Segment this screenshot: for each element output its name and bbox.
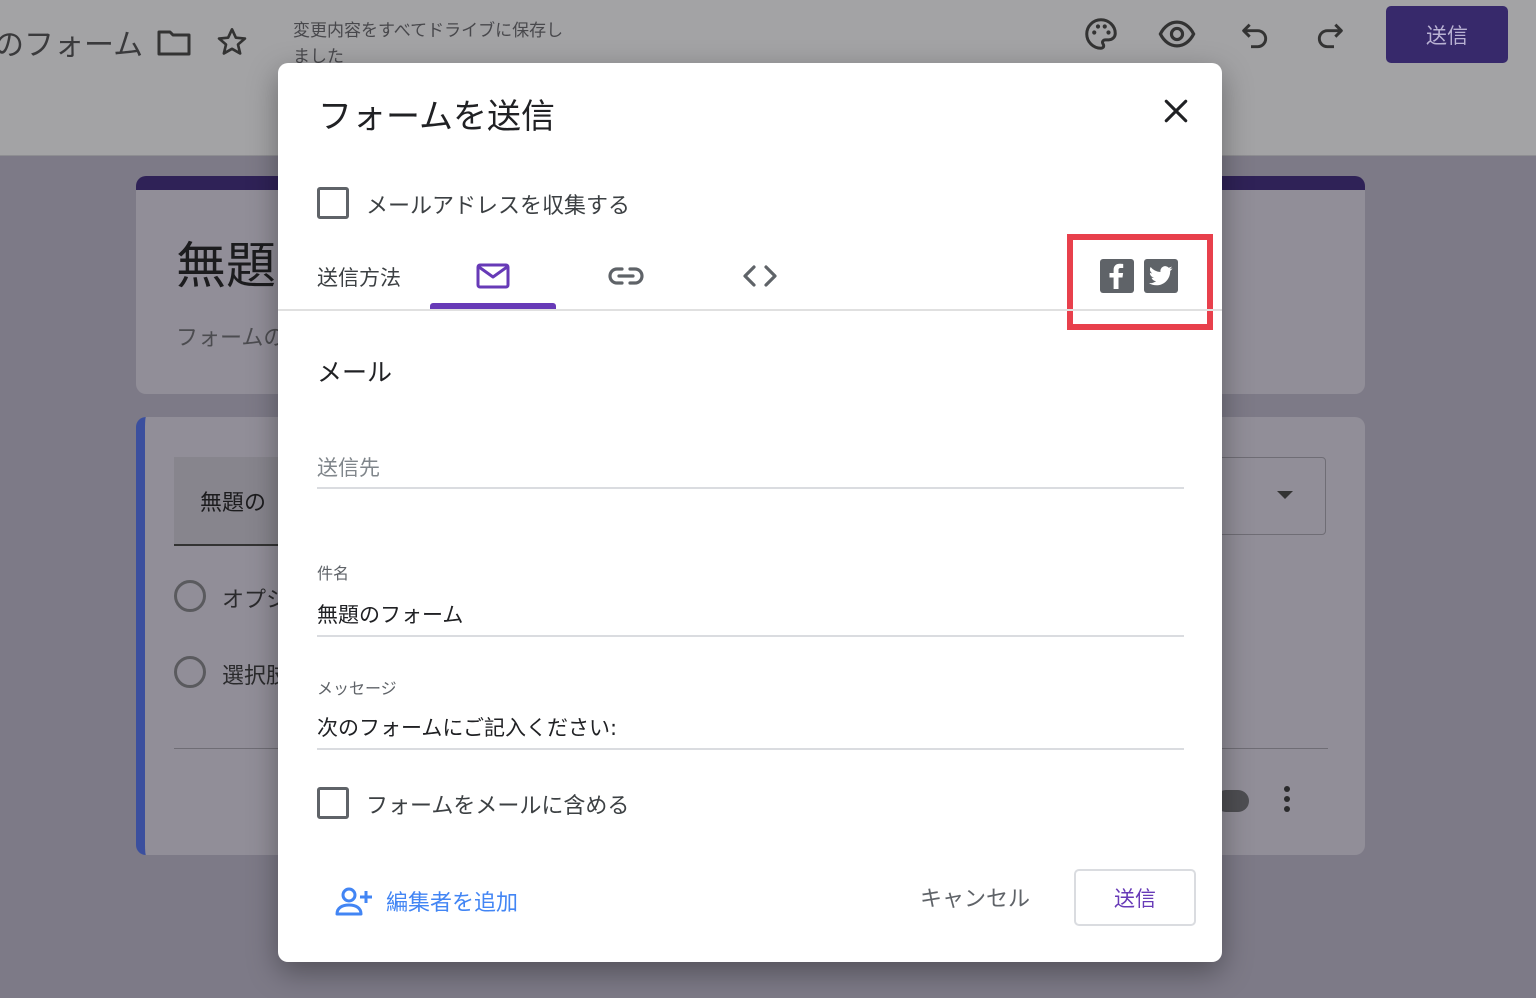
more-vert-icon (1278, 786, 1296, 816)
tabs-divider (278, 309, 1222, 311)
cancel-button[interactable]: キャンセル (918, 875, 1032, 919)
background-form-description: フォームの (176, 326, 286, 351)
close-icon (1164, 99, 1188, 123)
to-field-underline (317, 487, 1184, 489)
subject-field[interactable]: 無題のフォーム (317, 599, 463, 629)
link-icon (608, 267, 644, 285)
message-field[interactable]: 次のフォームにご記入ください: (317, 712, 617, 742)
add-editor-label: 編集者を追加 (386, 891, 519, 916)
embed-icon (743, 265, 777, 287)
include-form-checkbox[interactable] (317, 787, 349, 819)
background-form-title: 無題 (176, 237, 276, 295)
undo-icon[interactable] (1233, 12, 1277, 56)
eye-icon[interactable] (1155, 12, 1199, 56)
question-title-text: 無題の (200, 491, 267, 516)
to-field[interactable]: 送信先 (317, 452, 380, 482)
radio-option-2 (174, 656, 206, 688)
send-form-dialog: フォームを送信 メールアドレスを収集する 送信方法 メール 送信先 件名 無題の… (278, 63, 1222, 962)
radio-option-1 (174, 580, 206, 612)
folder-icon[interactable] (152, 20, 196, 64)
tab-link[interactable] (578, 243, 674, 309)
subject-field-underline (317, 635, 1184, 637)
form-title[interactable]: のフォーム (0, 20, 143, 64)
social-share-highlight (1067, 234, 1213, 330)
person-add-icon (335, 887, 372, 916)
header-send-button[interactable]: 送信 (1386, 6, 1508, 63)
subject-label: 件名 (317, 564, 350, 583)
send-via-label: 送信方法 (317, 266, 401, 290)
dialog-title: フォームを送信 (318, 97, 555, 137)
tab-embed[interactable] (712, 243, 808, 309)
send-button[interactable]: 送信 (1074, 869, 1196, 926)
email-icon (476, 263, 510, 289)
palette-icon[interactable] (1079, 12, 1123, 56)
collect-email-checkbox[interactable] (317, 187, 349, 219)
include-form-label: フォームをメールに含める (366, 794, 630, 819)
message-field-underline (317, 748, 1184, 750)
chevron-down-icon (1277, 491, 1293, 499)
collect-email-label: メールアドレスを収集する (366, 194, 631, 219)
star-icon[interactable] (210, 20, 254, 64)
email-section-title: メール (317, 358, 393, 387)
close-button[interactable] (1154, 89, 1198, 133)
add-editor-button[interactable]: 編集者を追加 (334, 881, 518, 921)
redo-icon[interactable] (1308, 12, 1352, 56)
message-label: メッセージ (317, 679, 397, 698)
tab-email[interactable] (430, 243, 556, 309)
